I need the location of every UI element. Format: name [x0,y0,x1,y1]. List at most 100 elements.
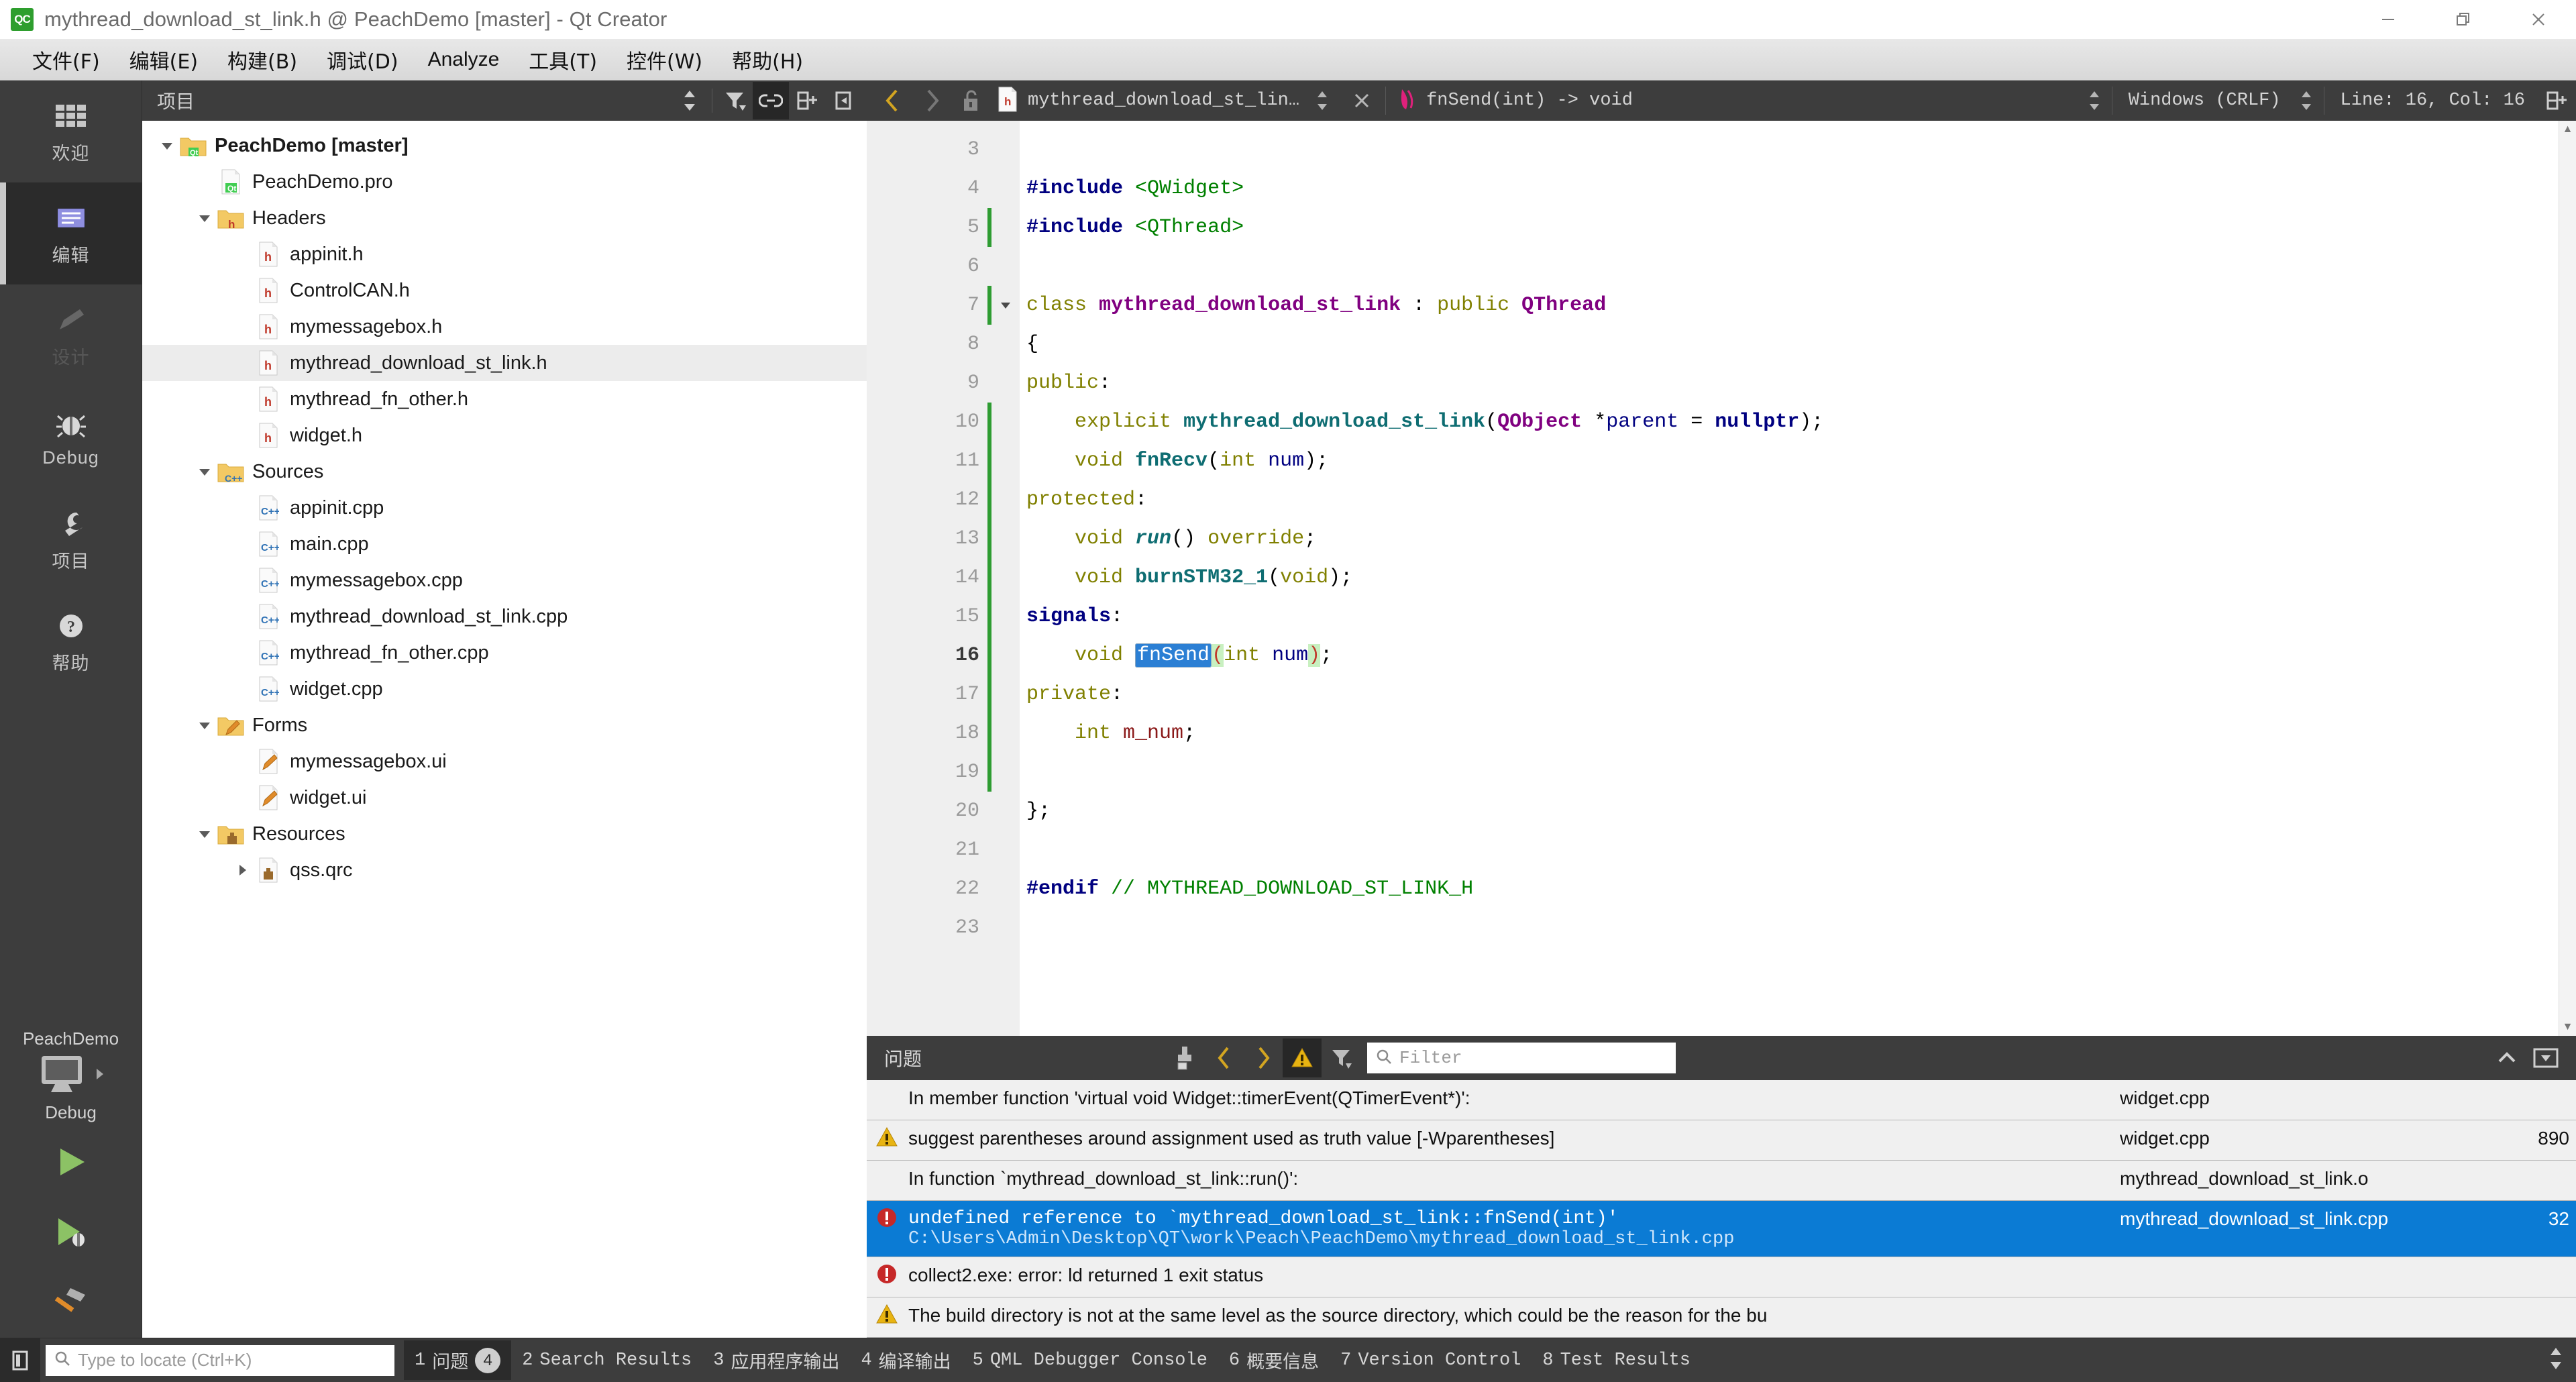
close-document-icon[interactable] [1342,81,1381,120]
tree-item[interactable]: h ControlCAN.h [142,272,867,309]
chevron-left-icon[interactable] [873,81,912,120]
issue-row[interactable]: In function `mythread_download_st_link::… [867,1161,2576,1201]
mode-welcome[interactable]: 欢迎 [0,81,142,182]
output-tab[interactable]: 5 QML Debugger Console [962,1344,1218,1377]
issues-list[interactable]: In member function 'virtual void Widget:… [867,1080,2576,1338]
tree-item[interactable]: C++ mythread_download_st_link.cpp [142,598,867,635]
mode-design[interactable]: 设计 [0,284,142,386]
start-debugging-button[interactable] [0,1198,142,1268]
close-icon[interactable] [2501,0,2576,39]
line-ending-label[interactable]: Windows (CRLF) [2116,91,2293,111]
chevron-up-icon[interactable] [2487,1039,2526,1077]
locator-input[interactable] [78,1350,386,1371]
tree-item[interactable]: h appinit.h [142,236,867,272]
tree-item[interactable]: C++ widget.cpp [142,671,867,707]
tree-item[interactable]: Forms [142,707,867,743]
open-file-combo[interactable]: h mythread_download_st_lin… [990,86,1342,116]
tree-item[interactable]: Qt PeachDemo.pro [142,164,867,200]
unlocked-icon[interactable] [951,81,990,120]
warning-icon[interactable] [1283,1039,1322,1077]
issues-filter-input[interactable] [1399,1048,1668,1068]
issue-row[interactable]: collect2.exe: error: ld returned 1 exit … [867,1257,2576,1297]
scroll-up-icon[interactable]: ▲ [2559,121,2576,138]
chevron-down-icon[interactable] [193,717,216,733]
menu-debug[interactable]: 调试(D) [312,41,413,78]
issue-row[interactable]: undefined reference to `mythread_downloa… [867,1201,2576,1257]
tree-item[interactable]: C++ mythread_fn_other.cpp [142,635,867,671]
link-icon[interactable] [753,82,789,119]
copy-icon[interactable] [1166,1039,1205,1077]
output-tab[interactable]: 8 Test Results [1532,1344,1701,1377]
locator-box[interactable] [46,1344,394,1376]
tree-item[interactable]: h mythread_fn_other.h [142,381,867,417]
tree-item[interactable]: h widget.h [142,417,867,454]
chevron-down-icon[interactable] [156,138,178,154]
menu-file[interactable]: 文件(F) [17,41,115,78]
menu-edit[interactable]: 编辑(E) [115,41,213,78]
output-tab[interactable]: 6 概要信息 [1218,1340,1330,1380]
chevron-down-icon[interactable] [193,464,216,480]
run-button[interactable] [0,1128,142,1198]
output-tab[interactable]: 1 问题 4 [404,1340,512,1380]
scroll-down-icon[interactable]: ▼ [2559,1018,2576,1036]
tree-item[interactable]: C++ main.cpp [142,526,867,562]
minimize-icon[interactable] [2351,0,2426,39]
build-button[interactable] [0,1268,142,1338]
chevron-right-icon[interactable] [912,81,951,120]
tree-item[interactable]: Qt PeachDemo [master] [142,127,867,164]
output-tab[interactable]: 4 编译输出 [850,1340,961,1380]
issues-filter-box[interactable] [1367,1043,1676,1073]
previous-issue-icon[interactable] [1205,1039,1244,1077]
tree-item[interactable]: C++ Sources [142,454,867,490]
mode-help[interactable]: ? 帮助 [0,590,142,692]
chevron-down-icon[interactable] [193,826,216,842]
output-tab[interactable]: 2 Search Results [511,1344,702,1377]
spinner-arrows-icon[interactable] [672,82,708,119]
mode-debug[interactable]: Debug [0,386,142,488]
sidebar-toggle-icon[interactable] [0,1338,40,1382]
next-issue-icon[interactable] [1244,1039,1283,1077]
filter-icon[interactable] [1322,1039,1360,1077]
split-editor-icon[interactable] [2537,81,2576,120]
menu-build[interactable]: 构建(B) [213,41,312,78]
mode-projects[interactable]: 项目 [0,488,142,590]
menu-window[interactable]: 控件(W) [612,41,717,78]
tree-item[interactable]: widget.ui [142,780,867,816]
tree-item[interactable]: h Headers [142,200,867,236]
project-tree[interactable]: Qt PeachDemo [master] Qt PeachDemo.pro h Head… [142,121,867,1293]
kit-selector[interactable]: PeachDemo Debug [0,1028,142,1128]
tree-item[interactable]: h mythread_download_st_link.h [142,345,867,381]
open-file-dropdown[interactable] [1309,89,1336,112]
menu-tools[interactable]: 工具(T) [514,41,612,78]
fold-toggle-icon[interactable] [991,286,1020,325]
tree-item[interactable]: qss.qrc [142,852,867,888]
tree-item[interactable]: C++ appinit.cpp [142,490,867,526]
symbol-combo[interactable]: fnSend(int) -> void [1390,87,1640,115]
editor-scrollbar[interactable]: ▲ ▼ [2559,121,2576,1036]
output-tab[interactable]: 7 Version Control [1330,1344,1532,1377]
tree-item[interactable]: Resources [142,816,867,852]
close-sidebar-icon[interactable] [825,82,861,119]
line-ending-dropdown[interactable] [2293,89,2320,112]
issue-row[interactable]: In member function 'virtual void Widget:… [867,1080,2576,1120]
split-add-icon[interactable] [789,82,825,119]
restore-icon[interactable] [2426,0,2501,39]
issue-row[interactable]: The build directory is not at the same l… [867,1297,2576,1338]
chevron-right-icon[interactable] [231,862,254,878]
code-area[interactable]: #include <QWidget> #include <QThread> cla… [1020,121,2576,1036]
tree-item[interactable]: mymessagebox.ui [142,743,867,780]
tree-item[interactable]: h mymessagebox.h [142,309,867,345]
fold-column[interactable] [991,121,1020,1036]
code-editor[interactable]: 3 4 5 6 7 8 9 10 11 12 13 14 15 16 17 18 19 20 21 22 23 #inc… [867,121,2576,1036]
mode-edit[interactable]: 编辑 [0,182,142,284]
spinner-arrows-icon[interactable] [2548,1345,2564,1375]
chevron-down-box-icon[interactable] [2526,1039,2565,1077]
output-tab[interactable]: 3 应用程序输出 [702,1340,850,1380]
menu-help[interactable]: 帮助(H) [717,41,818,78]
chevron-down-icon[interactable] [193,210,216,226]
tree-item[interactable]: C++ mymessagebox.cpp [142,562,867,598]
menu-analyze[interactable]: Analyze [413,44,515,75]
issue-row[interactable]: suggest parentheses around assignment us… [867,1120,2576,1161]
filter-icon[interactable] [716,82,753,119]
symbol-dropdown[interactable] [2081,89,2108,112]
